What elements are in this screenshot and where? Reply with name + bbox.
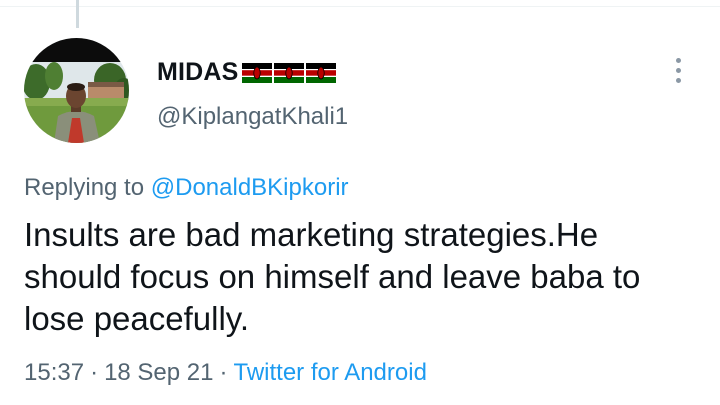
display-name-text: MIDAS (157, 58, 239, 86)
tweet-source-link[interactable]: Twitter for Android (234, 359, 427, 386)
tweet-text: Insults are bad marketing strategies.He … (24, 216, 641, 337)
more-options-dot (676, 68, 681, 73)
thread-connector-line (76, 0, 79, 28)
kenya-flag-icon (241, 62, 272, 83)
tweet-time[interactable]: 15:37 (24, 359, 84, 386)
meta-separator: · (90, 359, 99, 386)
avatar[interactable] (24, 38, 129, 143)
more-options-dot (676, 58, 681, 63)
more-options-dot (676, 78, 681, 83)
tweet-date[interactable]: 18 Sep 21 (104, 359, 213, 386)
tweet-metadata: 15:37 · 18 Sep 21 · Twitter for Android (24, 359, 427, 387)
display-name[interactable]: MIDAS (157, 58, 336, 87)
kenya-flag-icon (305, 62, 336, 83)
flag-emoji-group (241, 62, 336, 83)
replying-to-mention-link[interactable]: @DonaldBKipkorir (151, 174, 349, 201)
replying-to-label: Replying to (24, 174, 145, 201)
replying-to-line: Replying to @DonaldBKipkorir (24, 174, 349, 202)
more-options-icon[interactable] (672, 58, 686, 88)
user-handle[interactable]: @KiplangatKhali1 (157, 103, 348, 131)
kenya-flag-icon (273, 62, 304, 83)
top-divider (0, 6, 720, 7)
meta-separator: · (219, 359, 228, 386)
